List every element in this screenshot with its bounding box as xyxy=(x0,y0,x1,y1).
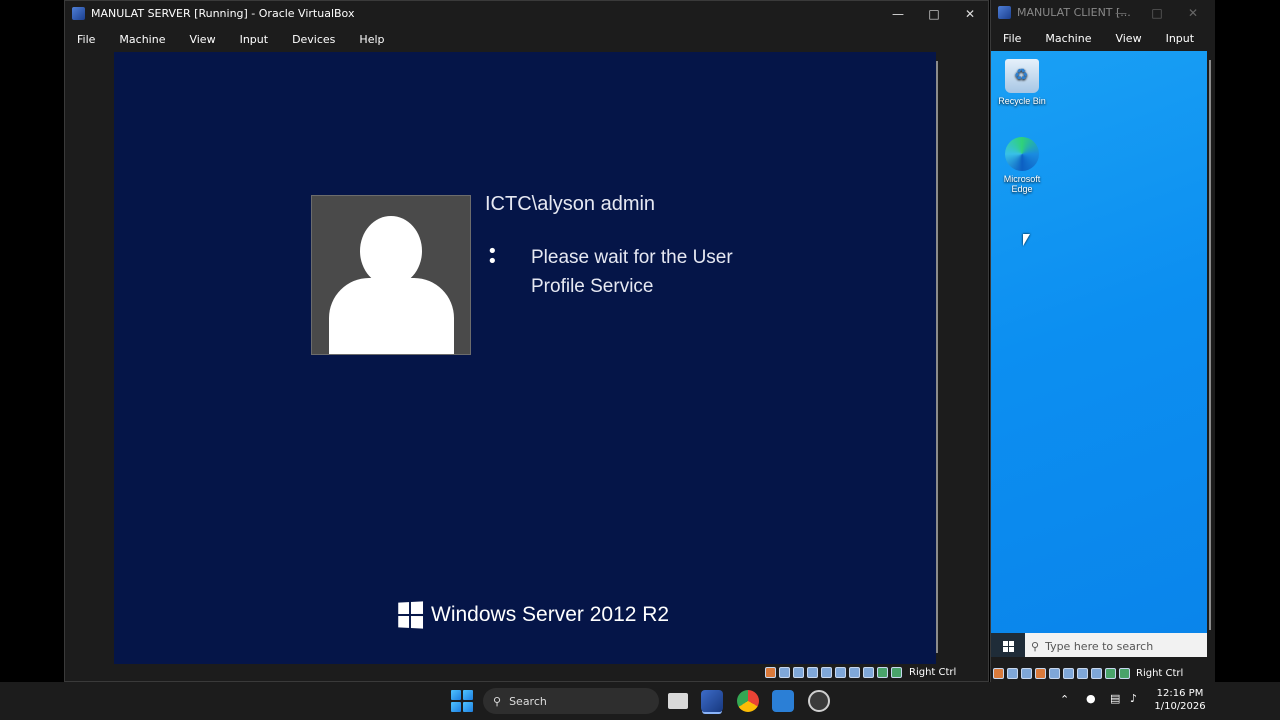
host-taskbar: ⚲ Search ⌃ ● ▤ ♪ 12:16 PM 1/10/2026 xyxy=(0,682,1280,720)
menu-view[interactable]: View xyxy=(1103,32,1153,45)
close-button[interactable]: ✕ xyxy=(952,1,988,26)
desktop-icon-recycle-bin[interactable]: Recycle Bin xyxy=(992,59,1052,106)
desktop-icon-label: Recycle Bin xyxy=(998,96,1046,106)
start-button[interactable] xyxy=(451,690,473,712)
audio-icon[interactable] xyxy=(793,666,804,678)
shared-folders-icon[interactable] xyxy=(1063,667,1074,679)
taskbar-search[interactable]: ⚲ Search xyxy=(483,688,659,714)
user-avatar xyxy=(311,195,471,355)
network-icon[interactable] xyxy=(807,666,818,678)
menu-file[interactable]: File xyxy=(991,32,1033,45)
visual-studio-icon[interactable] xyxy=(772,690,794,712)
menu-input[interactable]: Input xyxy=(228,33,280,46)
client-scrollbar[interactable] xyxy=(1209,60,1211,630)
menu-input[interactable]: Input xyxy=(1154,32,1206,45)
edge-icon xyxy=(1005,137,1039,171)
obs-icon[interactable] xyxy=(808,690,830,712)
minimize-button[interactable]: — xyxy=(1103,0,1139,25)
hard-disk-icon[interactable] xyxy=(765,666,776,678)
menu-help[interactable]: Help xyxy=(347,33,396,46)
client-vm-window[interactable]: MANULAT CLIENT [... — □ ✕ File Machine V… xyxy=(990,0,1215,682)
volume-icon[interactable]: ♪ xyxy=(1130,692,1137,705)
menu-devices[interactable]: Devices xyxy=(280,33,347,46)
display-icon[interactable] xyxy=(849,666,860,678)
mouse-integration-icon[interactable] xyxy=(1119,667,1130,679)
system-clock[interactable]: 12:16 PM 1/10/2026 xyxy=(1142,687,1218,713)
host-key-label[interactable]: Right Ctrl xyxy=(1136,668,1183,679)
maximize-button[interactable]: □ xyxy=(1139,0,1175,25)
recording-icon[interactable] xyxy=(1091,667,1102,679)
display-icon[interactable] xyxy=(1077,667,1088,679)
server-scrollbar[interactable] xyxy=(936,61,938,653)
os-brand: Windows Server 2012 R2 xyxy=(397,601,670,629)
task-view-icon[interactable] xyxy=(668,693,688,709)
network-icon[interactable] xyxy=(1035,667,1046,679)
minimize-button[interactable]: — xyxy=(880,1,916,26)
mouse-integration-icon[interactable] xyxy=(891,666,902,678)
close-button[interactable]: ✕ xyxy=(1175,0,1211,25)
client-search-placeholder: Type here to search xyxy=(1045,639,1154,653)
hard-disk-icon[interactable] xyxy=(993,667,1004,679)
client-title-bar[interactable]: MANULAT CLIENT [... — □ ✕ xyxy=(991,0,1215,25)
client-guest-desktop[interactable]: Recycle Bin Microsoft Edge ⚲ Type here t… xyxy=(991,51,1207,657)
server-status-bar: Right Ctrl xyxy=(765,663,956,681)
search-icon: ⚲ xyxy=(1031,639,1040,653)
usb-icon[interactable] xyxy=(821,666,832,678)
client-start-button[interactable] xyxy=(991,633,1025,657)
menu-view[interactable]: View xyxy=(177,33,227,46)
recycle-bin-icon xyxy=(1005,59,1039,93)
desktop-icon-label: Microsoft Edge xyxy=(1003,174,1041,194)
cpu-icon[interactable] xyxy=(1105,667,1116,679)
maximize-button[interactable]: □ xyxy=(916,1,952,26)
login-username: ICTC\alyson admin xyxy=(485,193,656,215)
windows-logo-icon xyxy=(1002,640,1014,652)
os-brand-label: Windows Server 2012 R2 xyxy=(431,603,670,626)
taskbar-search-label: Search xyxy=(509,694,547,708)
virtualbox-icon xyxy=(998,6,1011,19)
mouse-cursor-icon xyxy=(1023,234,1030,246)
clock-date: 1/10/2026 xyxy=(1154,701,1206,712)
client-taskbar: ⚲ Type here to search xyxy=(991,633,1207,657)
menu-machine[interactable]: Machine xyxy=(107,33,177,46)
menu-machine[interactable]: Machine xyxy=(1033,32,1103,45)
recording-icon[interactable] xyxy=(863,666,874,678)
host-key-label[interactable]: Right Ctrl xyxy=(909,667,956,678)
client-menu-bar: File Machine View Input xyxy=(991,26,1215,50)
shared-folders-icon[interactable] xyxy=(835,666,846,678)
server-guest-screen[interactable]: ICTC\alyson admin • • Please wait for the… xyxy=(114,52,936,664)
usb-icon[interactable] xyxy=(1049,667,1060,679)
server-title-bar[interactable]: MANULAT SERVER [Running] - Oracle Virtua… xyxy=(65,1,988,26)
optical-drive-icon[interactable] xyxy=(1007,667,1018,679)
client-status-bar: Right Ctrl xyxy=(993,664,1183,682)
search-icon: ⚲ xyxy=(493,694,502,708)
server-menu-bar: File Machine View Input Devices Help xyxy=(65,27,988,51)
login-status-message: Please wait for the User Profile Service xyxy=(531,247,733,297)
menu-file[interactable]: File xyxy=(65,33,107,46)
virtualbox-icon[interactable] xyxy=(701,690,723,712)
microphone-icon[interactable]: ● xyxy=(1086,692,1096,705)
network-icon[interactable]: ▤ xyxy=(1110,692,1120,705)
clock-time: 12:16 PM xyxy=(1156,688,1204,699)
cpu-icon[interactable] xyxy=(877,666,888,678)
loading-spinner-icon: • • xyxy=(487,241,498,272)
windows-logo-icon xyxy=(398,601,424,629)
optical-drive-icon[interactable] xyxy=(779,666,790,678)
avatar-body-shape xyxy=(329,278,454,354)
client-search-box[interactable]: ⚲ Type here to search xyxy=(1025,633,1207,657)
desktop-icon-edge[interactable]: Microsoft Edge xyxy=(992,137,1052,194)
server-vm-window[interactable]: MANULAT SERVER [Running] - Oracle Virtua… xyxy=(64,0,989,682)
show-hidden-icons-icon[interactable]: ⌃ xyxy=(1060,693,1069,706)
avatar-head-shape xyxy=(360,216,422,286)
virtualbox-icon xyxy=(72,7,85,20)
audio-icon[interactable] xyxy=(1021,667,1032,679)
chrome-icon[interactable] xyxy=(737,690,759,712)
server-window-title: MANULAT SERVER [Running] - Oracle Virtua… xyxy=(91,7,355,20)
